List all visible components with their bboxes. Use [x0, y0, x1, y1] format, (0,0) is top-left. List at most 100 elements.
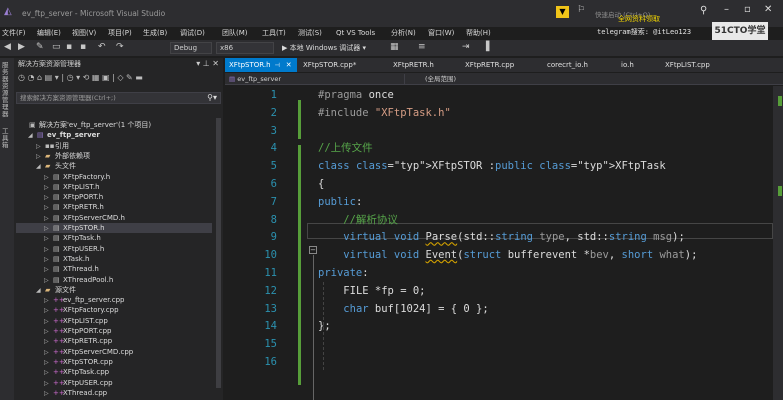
tab-xftpstor-h[interactable]: XFtpSTOR.h ⊣ ✕: [225, 58, 297, 72]
bookmark-icon[interactable]: ▌: [486, 42, 493, 52]
code-area[interactable]: − 1 2 3 4 5 6 7 8 9 10 11 12 13 14 15 16 #pragma once #in…: [225, 86, 783, 400]
tree-item[interactable]: ▷ ++XFtpUSER.cpp: [16, 378, 212, 388]
global-scope-select[interactable]: (全局范围): [421, 74, 621, 84]
menu-tools[interactable]: 工具(T): [262, 27, 286, 40]
tree-item[interactable]: ▷ ▰ 外部依赖项: [16, 151, 212, 161]
search-icon[interactable]: ⚲: [700, 5, 707, 16]
menu-help[interactable]: 帮助(H): [466, 27, 491, 40]
tab-corecrt-io-h[interactable]: corecrt_io.h: [543, 58, 615, 72]
collapse-toggle-icon[interactable]: −: [309, 246, 317, 254]
code-line[interactable]: };: [318, 318, 331, 335]
tree-item[interactable]: ▣ 解决方案'ev_ftp_server'(1 个项目): [16, 120, 212, 130]
toolbar-icon-b[interactable]: ≡: [418, 42, 426, 52]
line-number: 2: [270, 106, 277, 119]
menu-file[interactable]: 文件(F): [2, 27, 26, 40]
tree-item[interactable]: ▷ ▤ XFtpRETR.h: [16, 202, 212, 212]
tree-item[interactable]: ▷ ++XFtpPORT.cpp: [16, 326, 212, 336]
tree-item[interactable]: ▷ ▤ XFtpUSER.h: [16, 244, 212, 254]
notification-flag-icon[interactable]: ▼: [556, 6, 569, 18]
tree-item[interactable]: ▷ ▪▪引用: [16, 141, 212, 151]
code-line[interactable]: FILE *fp = 0;: [318, 283, 425, 300]
undo-icon[interactable]: ↶: [98, 42, 106, 52]
redo-icon[interactable]: ↷: [116, 42, 124, 52]
tree-item[interactable]: ▷ ▤ XFtpSTOR.h: [16, 223, 212, 233]
tree-item[interactable]: ▷ ++ev_ftp_server.cpp: [16, 295, 212, 305]
code-line[interactable]: #pragma once: [318, 87, 394, 104]
code-line[interactable]: virtual void Parse(std::string type, std…: [318, 229, 684, 246]
change-indicator: [298, 100, 301, 139]
maximize-button[interactable]: ▫: [744, 4, 751, 15]
code-line[interactable]: private:: [318, 265, 369, 282]
solution-search-input[interactable]: 搜索解决方案资源管理器(Ctrl+;) ⚲▾: [16, 92, 221, 104]
tree-item[interactable]: ▷ ++XFtpFactory.cpp: [16, 305, 212, 315]
tree-item[interactable]: ◢ ▰ 源文件: [16, 285, 212, 295]
pin-tab-icon[interactable]: ⊣: [275, 62, 280, 69]
code-line[interactable]: //上传文件: [318, 140, 373, 157]
back-icon[interactable]: ◀: [4, 42, 11, 52]
tree-item[interactable]: ◢ ▤ ev_ftp_server: [16, 130, 212, 140]
tree-item[interactable]: ▷ ++XFtpServerCMD.cpp: [16, 347, 212, 357]
tree-item[interactable]: ▷ ▤ XFtpFactory.h: [16, 172, 212, 182]
menu-test[interactable]: 测试(S): [298, 27, 322, 40]
toolbar-icon-c[interactable]: ⇥: [462, 42, 470, 52]
menu-analyze[interactable]: 分析(N): [391, 27, 416, 40]
close-button[interactable]: ✕: [764, 4, 772, 15]
code-line[interactable]: class class="typ">XFtpSTOR :public class…: [318, 158, 666, 175]
server-explorer-tab[interactable]: 服务器资源管理器: [2, 62, 12, 118]
minimize-button[interactable]: –: [724, 4, 729, 15]
menu-window[interactable]: 窗口(W): [428, 27, 454, 40]
tree-item[interactable]: ▷ ++XFtpLIST.cpp: [16, 316, 212, 326]
tree-item[interactable]: ▷ ▤ XTask.h: [16, 254, 212, 264]
tree-item[interactable]: ▷ ++XFtpRETR.cpp: [16, 336, 212, 346]
code-line[interactable]: virtual void Event(struct bufferevent *b…: [318, 247, 697, 264]
tab-xftpretr-h[interactable]: XFtpRETR.h: [389, 58, 459, 72]
menu-view[interactable]: 视图(V): [72, 27, 96, 40]
tab-xftplist-cpp[interactable]: XFtpLIST.cpp: [661, 58, 771, 72]
menu-edit[interactable]: 编辑(E): [37, 27, 61, 40]
code-line[interactable]: {: [318, 176, 324, 193]
references-icon: ▪▪: [45, 141, 55, 150]
save-icon[interactable]: ▪: [66, 42, 72, 52]
save-all-icon[interactable]: ▪: [80, 42, 86, 52]
tree-item[interactable]: ▷ ▤ XFtpPORT.h: [16, 192, 212, 202]
menu-qt-vs-tools[interactable]: Qt VS Tools: [336, 27, 375, 40]
start-debugging-button[interactable]: ▶ 本地 Windows 调试器 ▾: [282, 43, 366, 53]
tree-item[interactable]: ▷ ▤ XThread.h: [16, 264, 212, 274]
code-line[interactable]: char buf[1024] = { 0 };: [318, 301, 488, 318]
close-tab-icon[interactable]: ✕: [286, 61, 292, 69]
tree-item[interactable]: ▷ ++XFtpSTOR.cpp: [16, 357, 212, 367]
tab-xftpstor-cpp-[interactable]: XFtpSTOR.cpp*: [299, 58, 385, 72]
tree-item[interactable]: ▷ ▤ XFtpLIST.h: [16, 182, 212, 192]
open-file-icon[interactable]: ▭: [52, 42, 61, 52]
tree-item[interactable]: ▷ ++XFtpTask.cpp: [16, 367, 212, 377]
new-project-icon[interactable]: ✎: [36, 42, 44, 52]
toolbox-tab[interactable]: 工具箱: [2, 128, 12, 149]
solution-configuration-select[interactable]: Debug: [170, 42, 212, 54]
editor-scrollbar[interactable]: [773, 86, 783, 400]
feedback-icon[interactable]: ⚐: [577, 5, 585, 15]
tab-xftpretr-cpp[interactable]: XFtpRETR.cpp: [461, 58, 541, 72]
tree-item[interactable]: ▷ ▤ XFtpServerCMD.h: [16, 213, 212, 223]
project-scope-select[interactable]: ▤ ev_ftp_server: [225, 74, 405, 84]
tree-item[interactable]: ▷ ▤ XThreadPool.h: [16, 275, 212, 285]
tree-item-label: XFtpLIST.h: [63, 182, 100, 191]
tree-item[interactable]: ▷ ▤ XFtpTask.h: [16, 233, 212, 243]
solution-platform-select[interactable]: x86: [216, 42, 274, 54]
menu-debug[interactable]: 调试(D): [180, 27, 205, 40]
expand-toggle-icon[interactable]: ▷: [44, 389, 53, 399]
menu-team[interactable]: 团队(M): [222, 27, 248, 40]
forward-icon[interactable]: ▶: [18, 42, 25, 52]
code-line[interactable]: #include "XFtpTask.h": [318, 105, 451, 122]
menu-project[interactable]: 项目(P): [108, 27, 132, 40]
code-line[interactable]: public:: [318, 194, 362, 211]
solution-explorer-toolbar[interactable]: ◷ ◔ ⌂ ▤ ▾ | ◷ ▾ ⟲ ▦ ▣ | ◇ ✎ ▬: [14, 71, 223, 85]
pin-close-icons[interactable]: ▾ ⊥ ✕: [196, 58, 219, 70]
tab-io-h[interactable]: io.h: [617, 58, 659, 72]
tree-item[interactable]: ▷ ++XThread.cpp: [16, 388, 212, 398]
solution-scrollbar[interactable]: [216, 118, 221, 388]
toolbar-icon-a[interactable]: ▦: [390, 42, 399, 52]
tree-item[interactable]: ◢ ▰ 头文件: [16, 161, 212, 171]
menu-build[interactable]: 生成(B): [143, 27, 167, 40]
code-line[interactable]: //解析协议: [318, 212, 398, 229]
search-icon[interactable]: ⚲▾: [207, 93, 217, 103]
